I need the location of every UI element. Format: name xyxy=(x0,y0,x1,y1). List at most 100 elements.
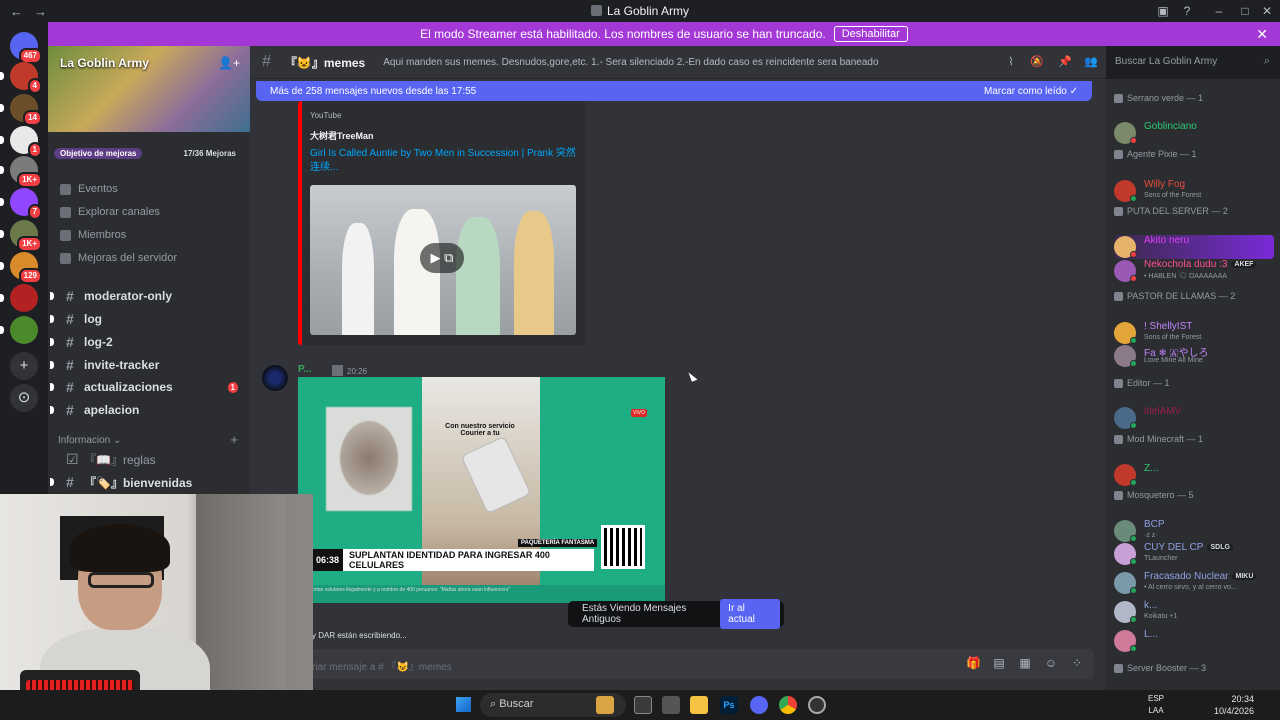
message-composer[interactable]: riar mensaje a # 『😺』memes 🎁 ▤ ▦ ☺ ⁘ xyxy=(298,649,1094,679)
channel-bienvenidas[interactable]: # 『🏷️』bienvenidas xyxy=(50,472,240,492)
member-item[interactable]: Fa ❄ 🇦やしろ Love Mine All Mine xyxy=(1114,344,1274,368)
pin-icon[interactable]: 📌 xyxy=(1058,55,1072,69)
help-icon[interactable]: ? xyxy=(1178,2,1196,20)
widgets-icon[interactable] xyxy=(596,696,614,714)
sticker-icon[interactable]: ▦ xyxy=(1018,656,1032,670)
member-item[interactable]: Fracasado Nuclear MIKU • Al cerro sirvo, y… xyxy=(1114,571,1274,595)
category-informacion[interactable]: Informacion ⌄ xyxy=(58,435,121,446)
channel-log-2[interactable]: # log-2 xyxy=(50,332,240,352)
photoshop-icon[interactable]: Ps xyxy=(720,696,738,714)
jump-to-present-button[interactable]: Ir al actual xyxy=(720,599,780,629)
new-messages-bar[interactable]: Más de 258 mensajes nuevos desde las 17:… xyxy=(256,81,1092,101)
server-icon-server-5[interactable]: 1K+ xyxy=(0,156,42,188)
server-icon-server-6[interactable]: 7 xyxy=(0,188,42,220)
member-item[interactable]: Goblinciano xyxy=(1114,121,1274,145)
unread-dot xyxy=(50,315,54,323)
avatar[interactable] xyxy=(262,365,288,391)
search-input[interactable]: Buscar La Goblin Army ⌕ xyxy=(1109,53,1275,72)
message-author[interactable]: P... xyxy=(298,364,312,375)
server-icon-server-3[interactable]: 14 xyxy=(0,94,42,126)
channel-apelacion[interactable]: # apelacion xyxy=(50,400,240,420)
news-tag: PAQUETERÍA FANTASMA xyxy=(518,539,598,547)
hash-icon: # xyxy=(66,334,74,350)
apps-icon[interactable]: ⁘ xyxy=(1070,656,1084,670)
member-item[interactable]: ! ShellyIST Sons of the Forest xyxy=(1114,321,1274,345)
members-item[interactable]: Miembros xyxy=(60,226,126,244)
maximize-icon[interactable]: □ xyxy=(1236,2,1254,20)
mention-badge: 1 xyxy=(27,142,42,158)
add-channel-icon[interactable]: + xyxy=(230,432,238,447)
events-item[interactable]: Eventos xyxy=(60,180,118,198)
member-item[interactable]: L... xyxy=(1114,629,1274,653)
emoji-icon[interactable]: ☺ xyxy=(1044,656,1058,670)
minimize-icon[interactable]: – xyxy=(1210,2,1228,20)
play-icon[interactable]: ▶ ⧉ xyxy=(420,243,464,273)
boost-goal-bar[interactable]: Objetivo de mejoras 17/36 Mejoras xyxy=(54,146,244,160)
channel-actualizaciones[interactable]: # actualizaciones 1 xyxy=(50,377,240,397)
notifications-icon[interactable]: 🔕 xyxy=(1030,55,1044,69)
news-image-attachment[interactable]: Con nuestro servicio Courier a tu VIVO P… xyxy=(298,377,665,603)
chrome-icon[interactable] xyxy=(779,696,797,714)
file-explorer-icon[interactable] xyxy=(690,696,708,714)
add-server-icon[interactable]: + xyxy=(10,352,38,380)
close-banner-icon[interactable]: ✕ xyxy=(1256,26,1268,43)
channel-log[interactable]: # log xyxy=(50,309,240,329)
task-view-icon[interactable] xyxy=(634,696,652,714)
close-window-icon[interactable]: ✕ xyxy=(1258,2,1276,20)
mention-badge: 14 xyxy=(23,110,42,126)
member-item[interactable]: Nekochola dudu :3 AKEF • HABLEN 🗨 DAAAAAAA xyxy=(1114,259,1274,283)
hash-icon: # xyxy=(66,311,74,327)
channel-invite-tracker[interactable]: # invite-tracker xyxy=(50,355,240,375)
clock-date: 10/4/2026 xyxy=(1213,706,1254,716)
keyboard-language[interactable]: ESP LAA xyxy=(1148,693,1164,717)
status-indicator xyxy=(1130,422,1137,429)
server-icon-server-7[interactable]: 1K+ xyxy=(0,220,42,252)
member-item[interactable]: CUY DEL CP SDLG TLauncher xyxy=(1114,542,1274,566)
discord-icon[interactable] xyxy=(750,696,768,714)
video-thumbnail[interactable]: ▶ ⧉ xyxy=(310,185,576,335)
browse-icon xyxy=(60,206,71,218)
mark-read-button[interactable]: Marcar como leído ✓ xyxy=(984,86,1078,97)
gift-icon[interactable]: 🎁 xyxy=(966,656,981,670)
server-icon-server-8[interactable]: 129 xyxy=(0,252,42,284)
youtube-embed: YouTube 大树君TreeMan Girl Is Called Auntie… xyxy=(298,101,586,345)
threads-icon[interactable]: ⌇ xyxy=(1004,55,1018,69)
channel-topic[interactable]: Aqui manden sus memes. Desnudos,gore,etc… xyxy=(383,57,878,68)
obs-icon[interactable] xyxy=(808,696,826,714)
hash-icon: # xyxy=(66,288,74,304)
server-boost-item[interactable]: Mejoras del servidor xyxy=(60,249,177,267)
browse-channels-item[interactable]: Explorar canales xyxy=(60,203,160,221)
server-banner[interactable]: La Goblin Army 👤+ xyxy=(48,46,250,132)
unread-dot xyxy=(50,292,54,300)
member-item[interactable]: BCP ·z z· xyxy=(1114,519,1274,543)
channel-label: invite-tracker xyxy=(84,358,160,372)
inbox-icon[interactable]: ▣ xyxy=(1154,2,1172,20)
server-icon-server-4[interactable]: 1 xyxy=(0,126,42,158)
server-icon-server-9[interactable] xyxy=(0,284,38,312)
status-indicator xyxy=(1130,251,1137,258)
channel-moderator-only[interactable]: # moderator-only xyxy=(50,286,240,306)
server-icon-server-10[interactable] xyxy=(0,316,38,344)
channel-label: 『🏷️』bienvenidas xyxy=(84,475,193,490)
blurred-photo xyxy=(326,407,412,511)
server-name[interactable]: La Goblin Army xyxy=(60,56,149,70)
role-icon xyxy=(1114,149,1123,159)
server-icon-direct-messages[interactable]: 467 xyxy=(10,32,42,64)
server-icon-server-2[interactable]: 4 xyxy=(0,62,42,94)
member-list-icon[interactable]: 👥 xyxy=(1084,55,1098,69)
member-item[interactable]: k... Koikatu +1 xyxy=(1114,600,1274,624)
system-clock[interactable]: 20:34 10/4/2026 xyxy=(1214,693,1254,717)
member-item[interactable]: Willy Fog Sons of the Forest xyxy=(1114,179,1274,203)
member-item[interactable]: Z... xyxy=(1114,463,1274,487)
disable-streamer-button[interactable]: Deshabilitar xyxy=(833,26,908,42)
gif-icon[interactable]: ▤ xyxy=(992,656,1006,670)
invite-icon[interactable]: 👤+ xyxy=(218,56,240,70)
windows-start-icon[interactable] xyxy=(456,697,471,712)
app-icon[interactable] xyxy=(662,696,680,714)
discover-icon[interactable]: ⊙ xyxy=(10,384,38,412)
member-item[interactable]: idelAMV xyxy=(1114,406,1274,430)
embed-title-link[interactable]: Girl Is Called Auntie by Two Men in Succ… xyxy=(310,147,580,175)
member-item[interactable]: Akito neru xyxy=(1114,235,1274,259)
embed-author[interactable]: 大树君TreeMan xyxy=(310,129,374,142)
channel-reglas[interactable]: ☑ 『📖』reglas xyxy=(50,449,240,469)
